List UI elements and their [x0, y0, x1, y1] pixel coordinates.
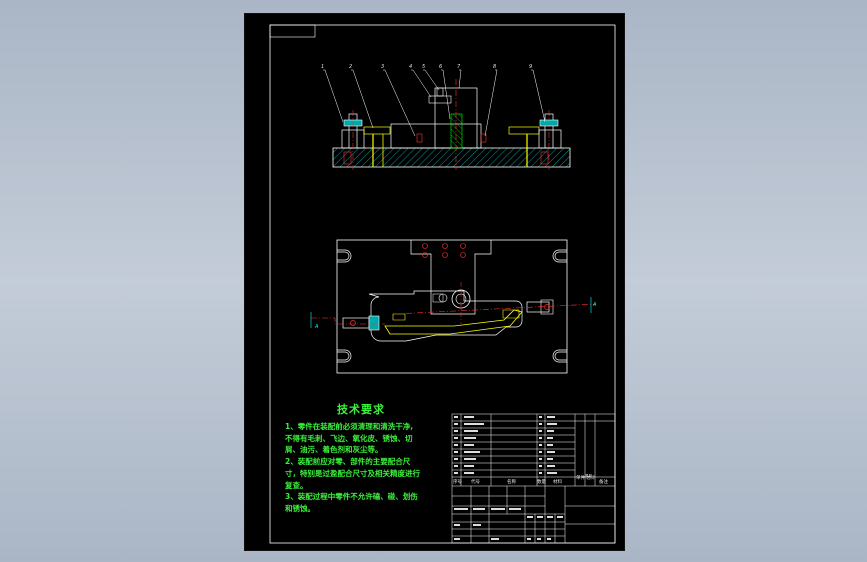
tech-requirements-text: 1、零件在装配前必须清理和清洗干净, 不得有毛刺、飞边、氧化皮、锈蚀、切 屑、油… [285, 421, 447, 515]
base-plate [332, 147, 571, 168]
right-stud [544, 113, 554, 149]
tb-header-index: 序号 [453, 478, 462, 485]
left-clamp [363, 126, 391, 135]
balloon-9: 9 [529, 64, 532, 70]
right-support [538, 129, 562, 149]
pin-hatched [450, 113, 463, 149]
tb-header-name: 名称 [507, 478, 516, 485]
section-mark-left: A [314, 324, 319, 330]
left-stud [348, 113, 358, 149]
balloon-2: 2 [349, 64, 352, 70]
tech-line: 寸，特别是过盈配合尺寸及相关精度进行 [285, 468, 420, 478]
tech-line: 2、装配前应对零、部件的主要配合尺 [285, 457, 411, 467]
corner-label-box [269, 24, 316, 38]
top-view [310, 239, 596, 374]
front-view [323, 69, 571, 170]
tb-header-material: 材料 [553, 478, 562, 485]
center-body [390, 123, 482, 149]
tech-line: 1、零件在装配前必须清理和清洗干净, [285, 422, 414, 431]
balloon-4: 4 [409, 64, 412, 70]
tb-header-code: 代号 [471, 478, 480, 485]
balloon-5: 5 [422, 64, 425, 70]
balloon-3: 3 [381, 64, 384, 70]
bom-cell-marks [454, 416, 563, 540]
tech-line: 屑、油污、着色剂和灰尘等。 [285, 445, 383, 455]
balloon-6: 6 [439, 64, 442, 70]
tech-line: 不得有毛刺、飞边、氧化皮、锈蚀、切 [285, 433, 413, 443]
tb-header-remark: 备注 [599, 478, 608, 485]
tech-requirements-title: 技术要求 [337, 403, 385, 416]
balloon-8: 8 [493, 64, 496, 70]
section-mark-right: A [592, 302, 597, 308]
fixture-outline [368, 290, 523, 342]
tech-line: 复查。 [285, 480, 308, 490]
top-knob [436, 87, 444, 97]
balloon-7: 7 [457, 64, 461, 70]
right-nut [539, 119, 559, 127]
tech-line: 和锈蚀。 [285, 503, 315, 513]
tech-line: 3、装配过程中零件不允许磕、碰、划伤 [285, 492, 418, 502]
tb-header-qty: 数量 [537, 478, 546, 485]
tb-header-weight: 重量 [585, 473, 593, 478]
right-clamp [508, 126, 540, 135]
top-view-base [336, 239, 568, 374]
balloon-1: 1 [321, 64, 324, 70]
drawing-sheet: 1 2 3 4 5 6 7 8 9 A A 序号 代号 名称 数量 材料 单件 … [244, 13, 625, 551]
